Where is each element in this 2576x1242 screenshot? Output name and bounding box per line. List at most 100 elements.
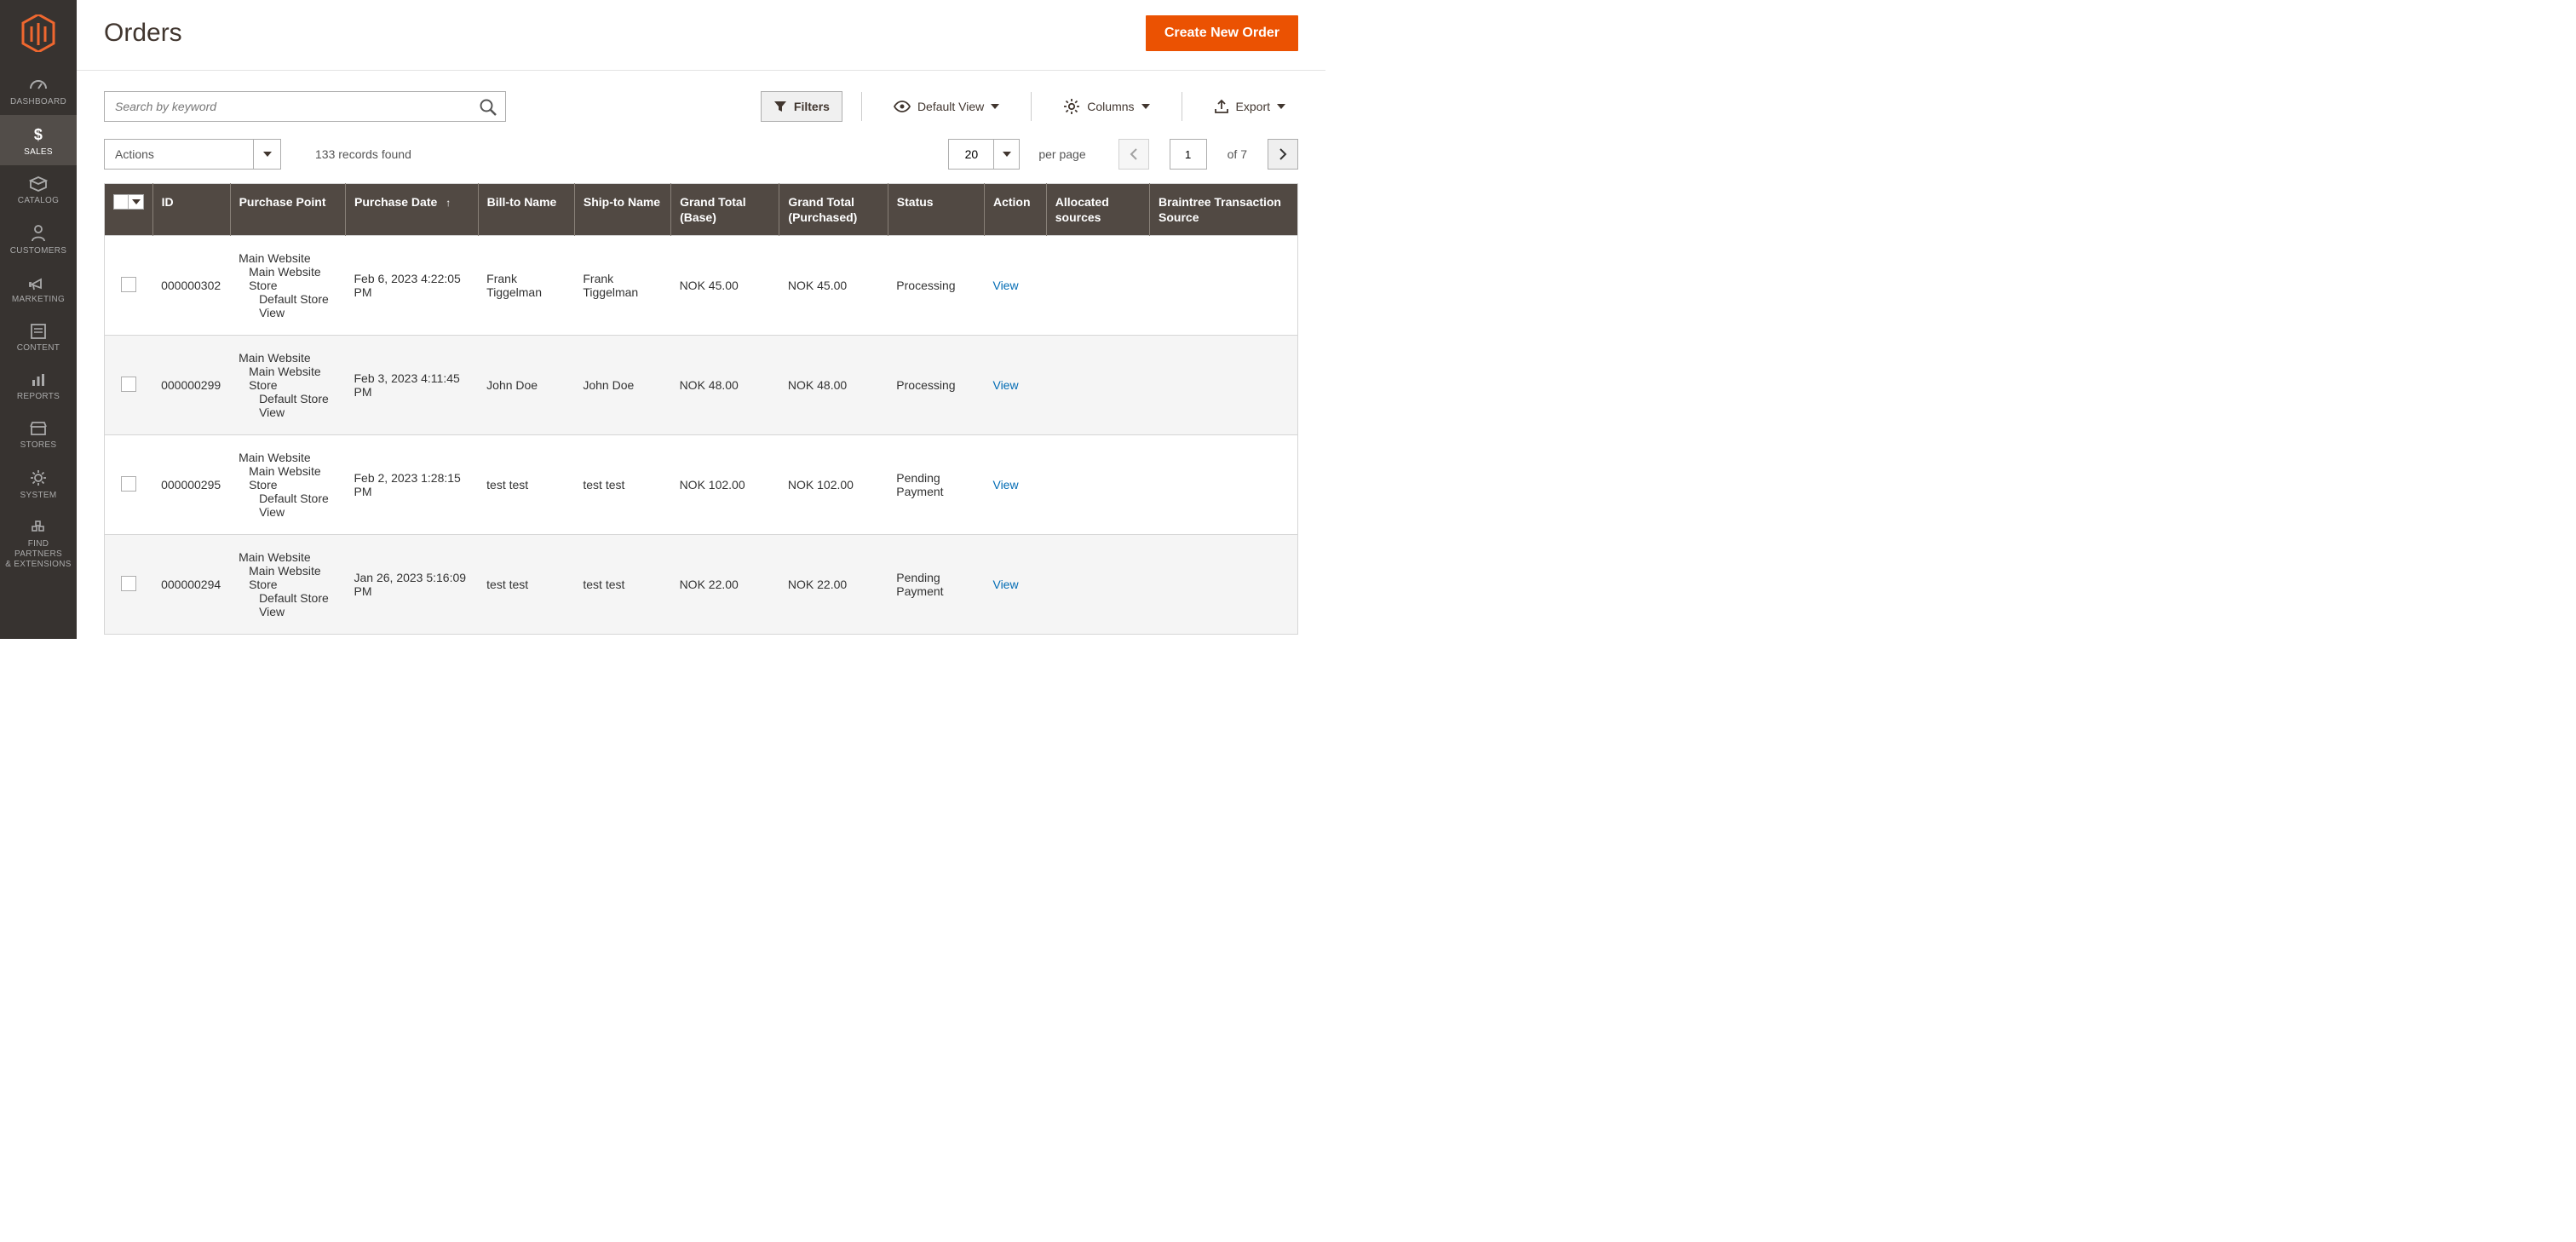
stores-icon [29, 420, 48, 437]
customers-icon [30, 224, 47, 243]
col-allocated-sources[interactable]: Allocated sources [1046, 184, 1149, 236]
cell-grand-total-base: NOK 45.00 [671, 236, 779, 336]
export-icon [1214, 99, 1229, 114]
cell-purchase-point: Main Website Main Website Store Default … [230, 336, 345, 435]
toolbar-row-2: Actions 133 records found per page of 7 [77, 122, 1325, 183]
cell-braintree-source [1150, 336, 1298, 435]
cell-id: 000000299 [152, 336, 230, 435]
actions-label: Actions [105, 147, 164, 161]
page-size-input[interactable] [948, 139, 994, 170]
nav-catalog[interactable]: CATALOG [0, 165, 77, 214]
search-button[interactable] [475, 95, 501, 123]
per-page-label: per page [1038, 147, 1085, 161]
caret-down-icon [991, 104, 999, 109]
page-size-control [948, 139, 1020, 170]
select-all-checkbox[interactable] [113, 194, 129, 210]
actions-caret [253, 140, 280, 169]
filters-label: Filters [794, 100, 830, 113]
cell-grand-total-base: NOK 22.00 [671, 535, 779, 635]
cell-braintree-source [1150, 535, 1298, 635]
cell-purchase-point: Main Website Main Website Store Default … [230, 236, 345, 336]
main-content: Orders Create New Order Filters Default … [77, 0, 1325, 639]
records-found-label: 133 records found [315, 147, 411, 161]
columns-button[interactable]: Columns [1050, 91, 1162, 122]
system-icon [29, 469, 48, 487]
page-size-dropdown[interactable] [994, 139, 1020, 170]
col-status[interactable]: Status [888, 184, 984, 236]
nav-reports[interactable]: REPORTS [0, 361, 77, 410]
col-purchase-point[interactable]: Purchase Point [230, 184, 345, 236]
col-grand-total-base[interactable]: Grand Total (Base) [671, 184, 779, 236]
nav-content[interactable]: CONTENT [0, 313, 77, 361]
nav-sales[interactable]: $ SALES [0, 115, 77, 165]
col-id[interactable]: ID [152, 184, 230, 236]
cell-grand-total-base: NOK 102.00 [671, 435, 779, 535]
search-container [104, 91, 506, 122]
col-ship-to[interactable]: Ship-to Name [574, 184, 670, 236]
pager-next-button[interactable] [1268, 139, 1298, 170]
nav-label: CONTENT [3, 343, 73, 353]
view-link[interactable]: View [992, 378, 1018, 392]
nav-partners[interactable]: FIND PARTNERS & EXTENSIONS [0, 509, 77, 578]
cell-braintree-source [1150, 236, 1298, 336]
nav-system[interactable]: SYSTEM [0, 458, 77, 509]
catalog-icon [29, 175, 48, 193]
col-purchase-date[interactable]: Purchase Date↑ [346, 184, 479, 236]
separator [861, 92, 862, 121]
nav-customers[interactable]: CUSTOMERS [0, 214, 77, 264]
row-checkbox[interactable] [121, 377, 136, 392]
pager-prev-button[interactable] [1118, 139, 1149, 170]
nav-label: REPORTS [3, 392, 73, 401]
col-action[interactable]: Action [984, 184, 1046, 236]
search-input[interactable] [104, 91, 506, 122]
row-checkbox[interactable] [121, 476, 136, 492]
table-row[interactable]: 000000299 Main Website Main Website Stor… [105, 336, 1298, 435]
magento-logo[interactable] [0, 0, 77, 66]
toolbar-row-1: Filters Default View Columns Expor [77, 71, 1325, 122]
row-checkbox[interactable] [121, 277, 136, 292]
col-grand-total-purchased[interactable]: Grand Total (Purchased) [779, 184, 888, 236]
cell-bill-to: John Doe [478, 336, 574, 435]
create-new-order-button[interactable]: Create New Order [1146, 15, 1298, 51]
view-link[interactable]: View [992, 478, 1018, 492]
row-checkbox[interactable] [121, 576, 136, 591]
filter-icon [773, 100, 787, 113]
table-row[interactable]: 000000294 Main Website Main Website Stor… [105, 535, 1298, 635]
eye-icon [894, 101, 911, 112]
cell-status: Processing [888, 236, 984, 336]
cell-purchase-date: Feb 3, 2023 4:11:45 PM [346, 336, 479, 435]
view-link[interactable]: View [992, 279, 1018, 292]
nav-dashboard[interactable]: DASHBOARD [0, 66, 77, 115]
table-row[interactable]: 000000302 Main Website Main Website Stor… [105, 236, 1298, 336]
nav-label: DASHBOARD [3, 97, 73, 106]
caret-down-icon [1141, 104, 1150, 109]
nav-label: CATALOG [3, 196, 73, 205]
cell-allocated-sources [1046, 336, 1149, 435]
table-row[interactable]: 000000295 Main Website Main Website Stor… [105, 435, 1298, 535]
partners-icon [29, 519, 48, 536]
sidebar: DASHBOARD $ SALES CATALOG CUSTOMERS MARK… [0, 0, 77, 639]
select-all-caret[interactable] [129, 194, 144, 210]
view-link[interactable]: View [992, 578, 1018, 591]
cell-grand-total-purchased: NOK 102.00 [779, 435, 888, 535]
cell-status: Pending Payment [888, 535, 984, 635]
header-checkbox-cell[interactable] [105, 184, 153, 236]
nav-marketing[interactable]: MARKETING [0, 264, 77, 313]
table-header-row: ID Purchase Point Purchase Date↑ Bill-to… [105, 184, 1298, 236]
sales-icon: $ [29, 125, 48, 144]
cell-grand-total-purchased: NOK 22.00 [779, 535, 888, 635]
page-number-input[interactable] [1170, 139, 1207, 170]
page-title: Orders [104, 19, 182, 48]
grid-container: ID Purchase Point Purchase Date↑ Bill-to… [77, 183, 1325, 662]
cell-bill-to: test test [478, 535, 574, 635]
filters-button[interactable]: Filters [761, 91, 842, 122]
reports-icon [30, 371, 47, 388]
actions-select[interactable]: Actions [104, 139, 281, 170]
nav-label: CUSTOMERS [3, 246, 73, 256]
col-braintree-source[interactable]: Braintree Transaction Source [1150, 184, 1298, 236]
nav-stores[interactable]: STORES [0, 410, 77, 458]
col-bill-to[interactable]: Bill-to Name [478, 184, 574, 236]
cell-ship-to: test test [574, 435, 670, 535]
default-view-button[interactable]: Default View [881, 91, 1012, 122]
export-button[interactable]: Export [1201, 91, 1298, 122]
